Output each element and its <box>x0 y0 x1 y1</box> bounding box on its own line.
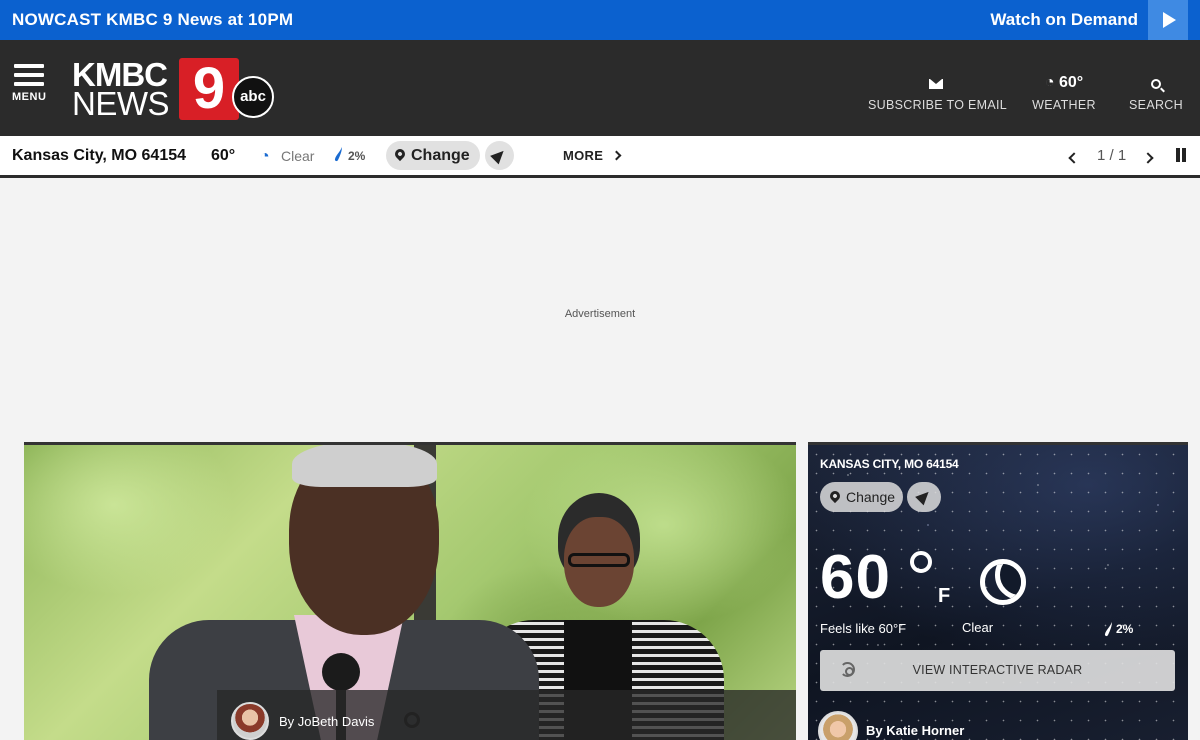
search-icon <box>1151 78 1161 89</box>
video-byline: By JoBeth Davis <box>217 690 796 740</box>
widget-temperature: 60 <box>820 543 891 612</box>
change-label: Change <box>411 147 470 164</box>
advertisement-label: Advertisement <box>564 308 636 320</box>
search-button[interactable]: SEARCH <box>1126 74 1186 112</box>
byline-text: By JoBeth Davis <box>279 714 375 729</box>
degree-symbol <box>910 551 932 573</box>
widget-location: KANSAS CITY, MO 64154 <box>820 457 959 471</box>
pause-icon <box>1176 148 1180 162</box>
widget-change-label: Change <box>846 489 896 505</box>
view-interactive-radar-button[interactable]: VIEW INTERACTIVE RADAR <box>820 650 1175 691</box>
precip-chance: 2% <box>348 149 366 163</box>
previous-alert-button[interactable] <box>1068 149 1086 165</box>
moon-icon <box>980 559 1026 605</box>
envelope-icon <box>929 78 943 89</box>
radar-label: VIEW INTERACTIVE RADAR <box>912 663 1083 677</box>
widget-precip: 2% <box>1116 622 1134 636</box>
moon-icon: ◔ <box>1044 74 1059 91</box>
raindrop-icon <box>1104 622 1112 637</box>
weather-location: Kansas City, MO 64154 <box>12 147 187 164</box>
locate-me-button[interactable] <box>485 141 514 170</box>
moon-icon: ◔ <box>260 148 270 165</box>
chevron-right-icon <box>611 150 622 161</box>
locate-arrow-icon <box>490 146 508 165</box>
weather-bar: Kansas City, MO 64154 60° ◔ Clear 2% Cha… <box>0 136 1200 178</box>
subscribe-email-label: SUBSCRIBE TO EMAIL <box>868 98 1008 112</box>
meteorologist-byline: By Katie Horner <box>866 723 965 738</box>
widget-locate-me-button[interactable] <box>907 482 941 512</box>
locate-arrow-icon <box>915 487 933 506</box>
menu-label: MENU <box>12 91 47 103</box>
author-avatar <box>231 702 269 740</box>
abc-logo: abc <box>232 76 274 118</box>
site-header: MENU KMBC NEWS 9 abc SUBSCRIBE TO EMAIL … <box>0 40 1200 136</box>
weather-temp: 60° <box>1058 74 1084 91</box>
next-alert-button[interactable] <box>1142 149 1160 165</box>
feels-like: Feels like 60°F <box>820 621 907 636</box>
widget-condition: Clear <box>962 620 994 635</box>
raindrop-icon <box>334 147 342 162</box>
logo-nine: 9 <box>179 58 239 120</box>
chevron-left-icon <box>1068 152 1080 164</box>
chevron-right-icon <box>1142 152 1154 164</box>
site-logo[interactable]: KMBC NEWS 9 abc <box>72 56 277 122</box>
weather-condition: Clear <box>281 148 315 164</box>
change-location-button[interactable]: Change <box>386 141 480 170</box>
lead-story-video[interactable]: By JoBeth Davis <box>24 442 796 740</box>
logo-wordmark: KMBC NEWS <box>72 56 170 122</box>
subscribe-email-button[interactable]: SUBSCRIBE TO EMAIL <box>868 74 1008 112</box>
temperature-unit: F <box>938 585 951 607</box>
widget-change-location-button[interactable]: Change <box>820 482 903 512</box>
promo-text[interactable]: NOWCAST KMBC 9 News at 10PM <box>12 10 293 30</box>
alert-pager: 1 / 1 <box>1097 147 1127 164</box>
play-icon <box>1163 12 1176 28</box>
more-label: MORE <box>563 148 604 163</box>
hamburger-icon <box>12 64 52 86</box>
watch-on-demand-link[interactable]: Watch on Demand <box>990 10 1138 30</box>
location-pin-icon <box>827 488 843 504</box>
menu-button[interactable]: MENU <box>12 64 52 116</box>
promo-bar[interactable]: NOWCAST KMBC 9 News at 10PM Watch on Dem… <box>0 0 1200 40</box>
weather-bar-temp: 60° <box>211 147 236 164</box>
weather-label: WEATHER <box>1032 98 1096 112</box>
play-button[interactable] <box>1148 0 1188 40</box>
weather-button[interactable]: ◔ 60° WEATHER <box>1030 74 1098 112</box>
loading-icon <box>404 712 420 728</box>
weather-widget: KANSAS CITY, MO 64154 Change 60 F Feels … <box>808 442 1188 740</box>
location-pin-icon <box>392 146 408 162</box>
pause-button[interactable] <box>1176 148 1190 162</box>
search-label: SEARCH <box>1129 98 1183 112</box>
more-weather-link[interactable]: MORE <box>563 148 622 163</box>
